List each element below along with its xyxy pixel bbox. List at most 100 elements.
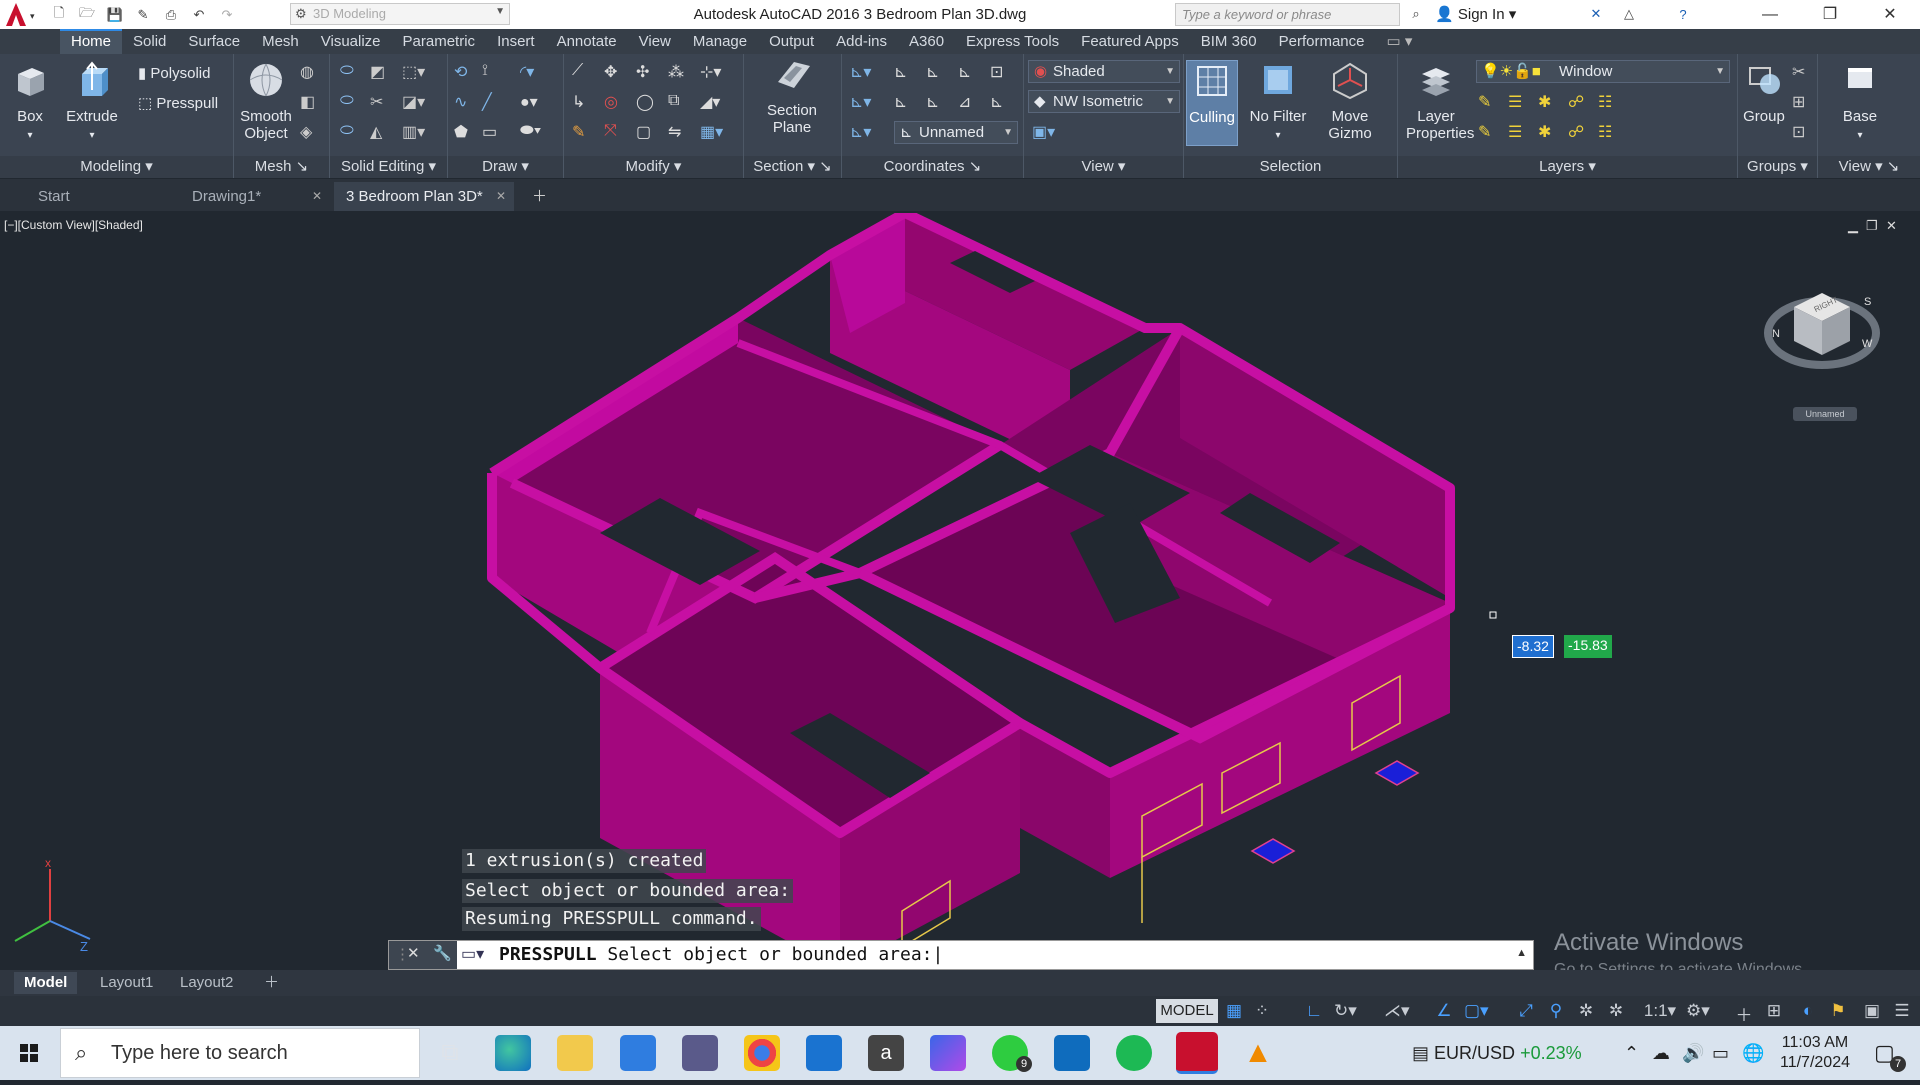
extract-edges-icon[interactable]: ⬚▾ [402, 62, 425, 82]
layer-match-icon[interactable]: ☷ [1598, 92, 1620, 112]
viewport-config-icon[interactable]: ▣▾ [1032, 122, 1055, 142]
network-icon[interactable]: 🌐 [1742, 1026, 1764, 1080]
object-snap-icon[interactable]: ▢▾ [1464, 1001, 1489, 1021]
polysolid-button[interactable]: ▮ Polysolid [138, 64, 210, 82]
rect-array-icon[interactable]: ▦▾ [700, 122, 723, 142]
tab-performance[interactable]: Performance [1268, 29, 1376, 54]
recent-commands-icon[interactable]: ▭▾ [461, 944, 484, 964]
circle-icon[interactable]: ●▾ [520, 92, 542, 112]
section-plane-button[interactable]: Section Plane [762, 54, 822, 136]
ucs-view-icon[interactable]: ⊾ [958, 62, 980, 82]
mesh-box-icon[interactable]: ◧ [300, 92, 322, 112]
save-as-icon[interactable]: ✎ [132, 5, 154, 25]
ungroup-icon[interactable]: ✂ [1792, 62, 1814, 82]
layer-freeze-icon[interactable]: ✱ [1538, 92, 1560, 112]
tab-bim-360[interactable]: BIM 360 [1190, 29, 1268, 54]
dynamic-ucs-icon[interactable]: ⚲ [1546, 1001, 1566, 1021]
rectangle-icon[interactable]: ▭ [482, 122, 504, 142]
grid-icon[interactable]: ▦ [1224, 1001, 1244, 1021]
binoculars-icon[interactable]: ⌕ [1405, 4, 1427, 24]
layer-lock-icon[interactable]: ☍ [1568, 92, 1590, 112]
fillet-icon[interactable]: ⟋ [572, 62, 594, 82]
command-line[interactable]: ⋮ ✕ 🔧 ▭▾ PRESSPULL Select object or boun… [388, 940, 1534, 970]
ellipse-icon[interactable]: ⬬▾ [520, 122, 542, 142]
save-icon[interactable]: 💾 [104, 5, 126, 25]
tab-model[interactable]: Model [14, 972, 78, 994]
layer-isolate-icon[interactable]: ☰ [1508, 92, 1530, 112]
copilot-icon[interactable] [930, 1035, 966, 1071]
ortho-icon[interactable]: ∟ [1304, 1001, 1324, 1021]
annotation-monitor-icon[interactable]: ＋ [1734, 1001, 1754, 1025]
layer-properties-button[interactable]: Layer Properties [1406, 60, 1474, 142]
tab-featured-apps[interactable]: Featured Apps [1070, 29, 1190, 54]
dynamic-input-x[interactable]: -8.32 [1512, 635, 1554, 658]
sign-in-button[interactable]: 👤 Sign In ▾ [1435, 0, 1516, 29]
polyline-icon[interactable]: ⟲ [454, 62, 476, 82]
3d-move-icon[interactable]: ⤧ [604, 122, 626, 142]
polygon-icon[interactable]: ⬟ [454, 122, 476, 142]
arc-icon[interactable]: ◜▾ [520, 62, 542, 82]
spline-icon[interactable]: ∿ [454, 92, 476, 112]
notifications-icon[interactable]: ▢ [1874, 1026, 1895, 1080]
interfere-icon[interactable]: ✂ [370, 92, 392, 112]
close-icon[interactable]: ✕ [496, 182, 506, 211]
open-icon[interactable]: 🗁 [76, 5, 98, 25]
layer-dropdown[interactable]: 💡☀🔓■ Window ▼ [1476, 60, 1730, 83]
ribbon-minimize-icon[interactable]: ▭ ▾ [1375, 29, 1423, 54]
file-explorer-icon[interactable] [557, 1035, 593, 1071]
restore-button[interactable]: ❐ [1805, 0, 1855, 29]
group-edit-icon[interactable]: ⊞ [1792, 92, 1814, 112]
3d-rotate-icon[interactable]: ◎ [604, 92, 626, 112]
tab-insert[interactable]: Insert [486, 29, 546, 54]
house-3d-model[interactable]: x Z [0, 213, 1920, 970]
clean-screen-icon[interactable]: ▣ [1862, 1001, 1882, 1021]
annotation-visibility-icon[interactable]: ✲ [1576, 1001, 1596, 1021]
tab-3-bedroom-plan[interactable]: 3 Bedroom Plan 3D* ✕ [334, 182, 514, 211]
3d-osnap-icon[interactable]: ⤢ [1516, 1001, 1536, 1021]
units-icon[interactable]: ⊞ [1764, 1001, 1784, 1021]
plot-icon[interactable]: ⎙ [160, 5, 182, 25]
store-icon[interactable] [620, 1035, 656, 1071]
panel-title-draw[interactable]: Draw ▾ [448, 156, 563, 178]
layer-off-icon[interactable]: ✎ [1478, 92, 1500, 112]
a360-icon[interactable]: △ [1618, 4, 1640, 24]
search-input[interactable]: Type a keyword or phrase [1175, 3, 1400, 26]
array-icon[interactable]: ⁂ [668, 62, 690, 82]
workspace-dropdown[interactable]: ⚙ 3D Modeling ▼ [290, 3, 510, 25]
vlc-icon[interactable]: ▲ [1240, 1035, 1276, 1071]
align-icon[interactable]: ↳ [572, 92, 594, 112]
undo-icon[interactable]: ↶ [188, 5, 210, 25]
chrome-icon[interactable] [744, 1035, 780, 1071]
help-icon[interactable]: ? [1672, 4, 1694, 24]
ucs-zaxis-icon[interactable]: ⊿ [958, 92, 980, 112]
mail-icon[interactable] [806, 1035, 842, 1071]
ucs-prev-icon[interactable]: ⊾▾ [850, 122, 872, 142]
close-button[interactable]: ✕ [1865, 0, 1915, 29]
new-tab-button[interactable]: ＋ [524, 182, 556, 211]
base-button[interactable]: Base ▾ [1830, 60, 1890, 144]
mesh-refine-icon[interactable]: ◈ [300, 122, 322, 142]
panel-title-layers[interactable]: Layers ▾ [1398, 156, 1737, 178]
ucs-world-icon[interactable]: ⊾ [894, 62, 916, 82]
currency-widget[interactable]: ▤ EUR/USD +0.23% [1412, 1026, 1582, 1080]
object-snap-tracking-icon[interactable]: ∠ [1434, 1001, 1454, 1021]
panel-title-view[interactable]: View ▾ [1024, 156, 1183, 178]
subtract-icon[interactable]: ⬭ [340, 92, 362, 112]
view-preset-dropdown[interactable]: ◆ NW Isometric ▼ [1028, 90, 1180, 113]
tab-express-tools[interactable]: Express Tools [955, 29, 1070, 54]
mirror-icon[interactable]: ⊹▾ [700, 62, 722, 82]
tray-overflow-icon[interactable]: ⌃ [1624, 1026, 1639, 1080]
drawing-viewport[interactable]: [−][Custom View][Shaded] ▁ ❐ ✕ x Z RIGHT… [0, 213, 1920, 970]
add-layout-button[interactable]: ＋ [254, 972, 289, 994]
box-button[interactable]: Box ▾ [0, 60, 60, 144]
windows-start-button[interactable] [0, 1026, 58, 1080]
ucs-icon[interactable]: ⊾▾ [850, 62, 872, 82]
intersect-icon[interactable]: ⬭ [340, 122, 362, 142]
cloud-icon[interactable]: ☁ [1652, 1026, 1670, 1080]
volume-icon[interactable]: 🔊 [1682, 1026, 1704, 1080]
tab-start[interactable]: Start [26, 182, 176, 211]
autocad-taskbar-icon[interactable] [1176, 1032, 1218, 1074]
tab-layout2[interactable]: Layout2 [170, 972, 243, 994]
quick-properties-icon[interactable]: ◐ [1798, 1001, 1818, 1021]
no-filter-button[interactable]: No Filter ▾ [1248, 60, 1308, 144]
